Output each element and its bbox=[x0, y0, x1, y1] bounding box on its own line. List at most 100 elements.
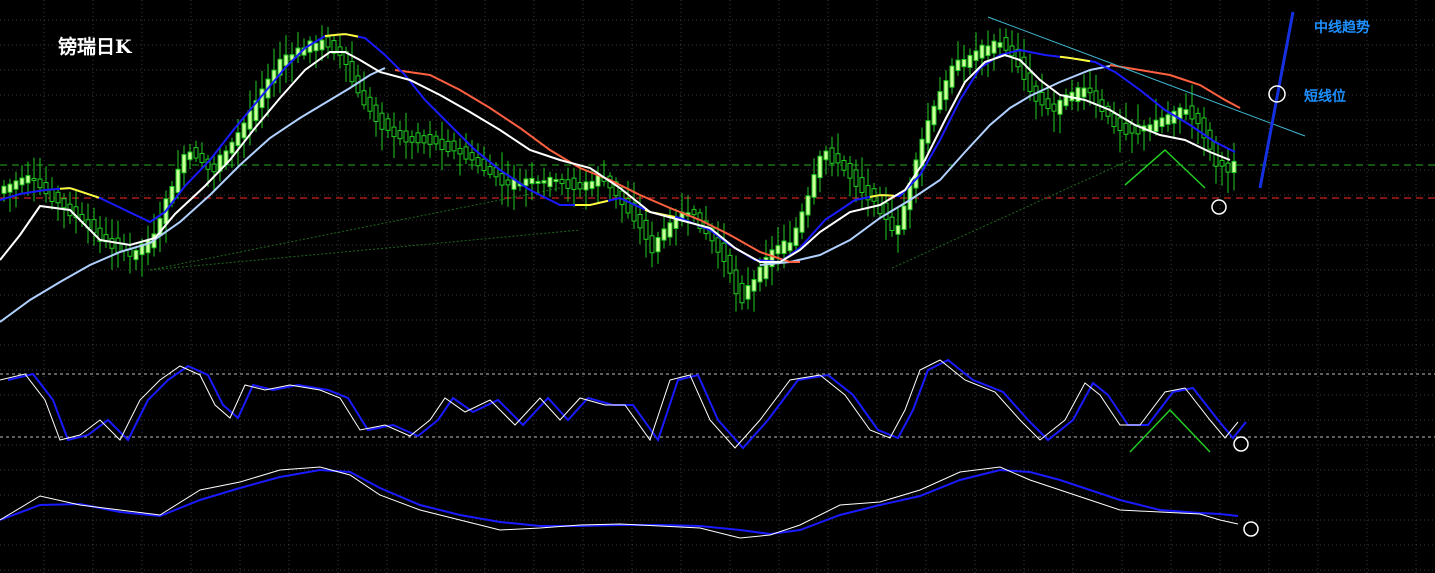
candle-body bbox=[1, 185, 7, 194]
osc1-pattern-marker bbox=[1129, 408, 1211, 453]
candle-body bbox=[949, 65, 955, 88]
candle-body bbox=[1045, 98, 1051, 110]
candle-body bbox=[523, 178, 529, 187]
candle-body bbox=[925, 120, 931, 144]
mid-trend-line bbox=[1258, 11, 1295, 189]
candle-body bbox=[49, 188, 55, 203]
ma-slow-line bbox=[1109, 64, 1241, 109]
candle-body bbox=[229, 141, 235, 154]
candle-body bbox=[805, 195, 811, 216]
candle-body bbox=[535, 180, 541, 184]
candle-body bbox=[715, 237, 721, 253]
candle-body bbox=[583, 181, 589, 191]
candle-body bbox=[661, 228, 667, 241]
candle-body bbox=[727, 254, 733, 274]
candle-body bbox=[379, 112, 385, 130]
candle-body bbox=[1183, 109, 1189, 115]
candle-body bbox=[403, 130, 409, 143]
candle-body bbox=[841, 160, 847, 171]
candle-body bbox=[787, 242, 793, 252]
candle-body bbox=[775, 245, 781, 255]
candle-body bbox=[799, 211, 805, 233]
candle-body bbox=[973, 50, 979, 61]
candle-body bbox=[1159, 117, 1165, 128]
osc1-circle bbox=[1233, 436, 1249, 452]
candle-body bbox=[391, 126, 397, 138]
candle-body bbox=[943, 80, 949, 101]
candle-body bbox=[211, 163, 217, 173]
candle-body bbox=[1027, 72, 1033, 92]
candle-body bbox=[745, 285, 751, 300]
candle-body bbox=[181, 154, 187, 174]
candle-body bbox=[1231, 160, 1237, 174]
candle-body bbox=[469, 152, 475, 161]
candle-body bbox=[19, 177, 25, 186]
candle-body bbox=[823, 150, 829, 161]
candle-body bbox=[367, 96, 373, 112]
candle-body bbox=[883, 202, 889, 220]
candle-body bbox=[235, 132, 241, 147]
candle-body bbox=[895, 225, 901, 235]
candle-body bbox=[961, 58, 967, 68]
candle-body bbox=[967, 54, 973, 69]
candle-body bbox=[547, 176, 553, 188]
candle-body bbox=[691, 209, 697, 216]
candle-body bbox=[43, 182, 49, 195]
candle-body bbox=[955, 59, 961, 71]
annotation-short-level: 短线位 bbox=[1304, 89, 1346, 105]
candle-body bbox=[145, 239, 151, 254]
candle-body bbox=[637, 213, 643, 229]
candle-body bbox=[979, 44, 985, 59]
candle-body bbox=[1021, 56, 1027, 80]
candle-body bbox=[397, 130, 403, 140]
candle-body bbox=[931, 105, 937, 126]
candle-body bbox=[91, 219, 97, 234]
candle-body bbox=[1195, 112, 1201, 125]
support-trendline bbox=[149, 187, 561, 271]
ma-mid-line bbox=[0, 32, 1236, 264]
ma-slow-line bbox=[394, 69, 800, 263]
candle-body bbox=[1087, 87, 1093, 94]
candle-body bbox=[1129, 123, 1135, 134]
candle-body bbox=[385, 118, 391, 131]
candle-body bbox=[721, 242, 727, 262]
price-low-circle bbox=[1211, 199, 1227, 215]
candle-body bbox=[421, 135, 427, 144]
osc1-signal-line bbox=[7, 358, 1247, 450]
candle-body bbox=[451, 140, 457, 152]
candle-body bbox=[1189, 105, 1195, 120]
candlestick-chart bbox=[0, 0, 1435, 573]
candle-body bbox=[457, 147, 463, 155]
candle-body bbox=[853, 169, 859, 187]
candle-body bbox=[1117, 117, 1123, 132]
candle-body bbox=[481, 158, 487, 172]
ma-mid-highlight bbox=[575, 199, 609, 206]
candle-body bbox=[1219, 159, 1225, 167]
candle-body bbox=[985, 45, 991, 57]
candle-body bbox=[319, 39, 325, 51]
ma-mid-highlight bbox=[324, 33, 359, 38]
candle-body bbox=[1081, 87, 1087, 98]
candle-body bbox=[1003, 37, 1009, 51]
candle-body bbox=[1051, 103, 1057, 112]
candle-body bbox=[1123, 122, 1129, 135]
ma-mid-highlight bbox=[1059, 55, 1091, 63]
candle-body bbox=[13, 180, 19, 190]
candle-body bbox=[487, 166, 493, 175]
candle-body bbox=[55, 191, 61, 204]
candle-body bbox=[757, 266, 763, 283]
candle-body bbox=[835, 153, 841, 164]
osc2-circle bbox=[1243, 521, 1259, 537]
candle-body bbox=[859, 177, 865, 194]
candle-body bbox=[889, 216, 895, 232]
candle-body bbox=[817, 155, 823, 179]
candle-body bbox=[313, 42, 319, 52]
candle-body bbox=[499, 173, 505, 186]
candle-body bbox=[1039, 91, 1045, 106]
candle-body bbox=[409, 136, 415, 143]
candle-body bbox=[133, 249, 139, 261]
candle-body bbox=[31, 178, 37, 182]
candle-body bbox=[7, 183, 13, 193]
support-trendline bbox=[891, 159, 1131, 269]
candle-body bbox=[463, 146, 469, 160]
